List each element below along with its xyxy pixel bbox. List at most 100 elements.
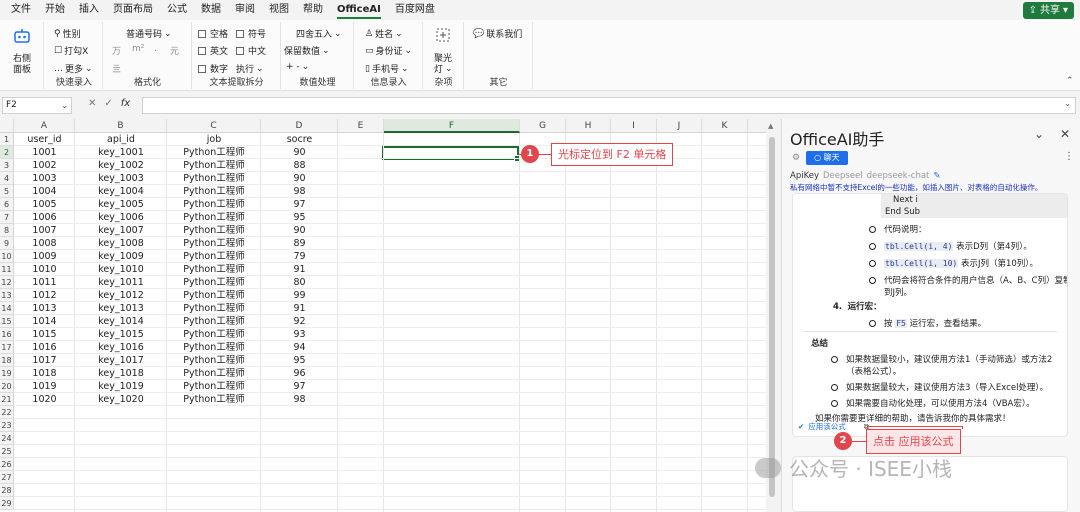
formula-input[interactable]: ⌄ xyxy=(142,97,1076,114)
table-cell[interactable]: Python工程师 xyxy=(167,146,261,159)
chinese-checkbox[interactable]: 中文 xyxy=(236,44,266,57)
table-cell[interactable]: Python工程师 xyxy=(167,354,261,367)
header-cell[interactable]: socre xyxy=(261,133,338,146)
table-cell[interactable]: key_1004 xyxy=(75,185,167,198)
table-cell[interactable]: key_1010 xyxy=(75,263,167,276)
table-cell[interactable]: 95 xyxy=(261,354,338,367)
table-cell[interactable]: 1009 xyxy=(14,250,75,263)
table-cell[interactable]: key_1006 xyxy=(75,211,167,224)
table-cell[interactable]: 1008 xyxy=(14,237,75,250)
column-header[interactable]: K xyxy=(702,119,748,133)
menu-item[interactable]: 开始 xyxy=(38,0,72,20)
deepseek-tab[interactable]: Deepseel xyxy=(823,171,863,181)
row-header[interactable]: 1 xyxy=(0,133,14,146)
more-button[interactable]: … 更多 ⌄ xyxy=(54,62,93,76)
row-header[interactable]: 24 xyxy=(0,432,14,445)
spotlight-icon[interactable] xyxy=(436,28,450,42)
name-button[interactable]: ♙ 姓名 ⌄ xyxy=(365,27,403,41)
row-header[interactable]: 22 xyxy=(0,406,14,419)
table-cell[interactable]: 1014 xyxy=(14,315,75,328)
table-cell[interactable]: 97 xyxy=(261,380,338,393)
menu-item[interactable]: 帮助 xyxy=(296,0,330,20)
digit-checkbox[interactable]: 数字 xyxy=(198,62,228,75)
row-header[interactable]: 21 xyxy=(0,393,14,406)
table-cell[interactable]: 1004 xyxy=(14,185,75,198)
table-cell[interactable]: key_1011 xyxy=(75,276,167,289)
table-cell[interactable]: key_1005 xyxy=(75,198,167,211)
row-header[interactable]: 23 xyxy=(0,419,14,432)
table-cell[interactable]: key_1013 xyxy=(75,302,167,315)
row-header[interactable]: 26 xyxy=(0,458,14,471)
row-header[interactable]: 14 xyxy=(0,302,14,315)
more-vertical-icon[interactable]: ⋮ xyxy=(1064,151,1074,162)
column-header[interactable]: D xyxy=(261,119,338,133)
lamp-button[interactable]: 亖 xyxy=(112,62,121,75)
header-cell[interactable]: user_id xyxy=(14,133,75,146)
table-cell[interactable]: 1002 xyxy=(14,159,75,172)
menu-item[interactable]: 文件 xyxy=(4,0,38,20)
table-cell[interactable]: 96 xyxy=(261,367,338,380)
table-cell[interactable]: Python工程师 xyxy=(167,393,261,406)
row-header[interactable]: 9 xyxy=(0,237,14,250)
row-header[interactable]: 4 xyxy=(0,172,14,185)
table-cell[interactable]: 1001 xyxy=(14,146,75,159)
scroll-up-icon[interactable]: ▲ xyxy=(768,122,773,130)
collapse-ribbon-icon[interactable]: ⌃ xyxy=(1066,76,1074,86)
table-cell[interactable]: 1012 xyxy=(14,289,75,302)
id-card-button[interactable]: ▭ 身份证 ⌄ xyxy=(365,44,412,58)
table-cell[interactable]: key_1009 xyxy=(75,250,167,263)
table-cell[interactable]: 1010 xyxy=(14,263,75,276)
table-cell[interactable]: Python工程师 xyxy=(167,250,261,263)
chevron-down-icon[interactable]: ⌄ xyxy=(1034,127,1044,141)
table-cell[interactable]: Python工程师 xyxy=(167,159,261,172)
table-cell[interactable]: 98 xyxy=(261,185,338,198)
row-header[interactable]: 2 xyxy=(0,146,14,159)
header-cell[interactable]: api_id xyxy=(75,133,167,146)
row-header[interactable]: 12 xyxy=(0,276,14,289)
table-cell[interactable]: key_1020 xyxy=(75,393,167,406)
column-header[interactable]: J xyxy=(657,119,702,133)
table-cell[interactable]: 1020 xyxy=(14,393,75,406)
row-header[interactable]: 5 xyxy=(0,185,14,198)
table-cell[interactable]: Python工程师 xyxy=(167,380,261,393)
table-cell[interactable]: 90 xyxy=(261,224,338,237)
menu-item[interactable]: OfficeAI xyxy=(330,0,388,20)
table-cell[interactable]: key_1002 xyxy=(75,159,167,172)
menu-item[interactable]: 页面布局 xyxy=(106,0,160,20)
row-header[interactable]: 13 xyxy=(0,289,14,302)
row-header[interactable]: 15 xyxy=(0,315,14,328)
m2-button[interactable]: m² xyxy=(132,44,144,54)
table-cell[interactable]: Python工程师 xyxy=(167,172,261,185)
function-icon[interactable]: fx xyxy=(121,98,130,109)
table-cell[interactable]: 99 xyxy=(261,289,338,302)
table-cell[interactable]: key_1012 xyxy=(75,289,167,302)
table-cell[interactable]: Python工程师 xyxy=(167,198,261,211)
chat-button[interactable]: ○ 聊天 xyxy=(806,151,848,165)
table-cell[interactable]: 1016 xyxy=(14,341,75,354)
table-cell[interactable]: 1017 xyxy=(14,354,75,367)
table-cell[interactable]: key_1018 xyxy=(75,367,167,380)
plusminus-button[interactable]: + - ⌄ xyxy=(286,62,309,72)
table-cell[interactable]: 1019 xyxy=(14,380,75,393)
menu-item[interactable]: 视图 xyxy=(262,0,296,20)
table-cell[interactable]: Python工程师 xyxy=(167,341,261,354)
column-header[interactable]: E xyxy=(338,119,384,133)
keep-decimal-button[interactable]: 保留数值 ⌄ xyxy=(284,44,330,58)
table-cell[interactable]: 79 xyxy=(261,250,338,263)
column-header[interactable]: F xyxy=(384,119,520,133)
row-header[interactable]: 29 xyxy=(0,497,14,510)
dot-button[interactable]: . xyxy=(154,44,157,54)
row-header[interactable]: 11 xyxy=(0,263,14,276)
table-cell[interactable]: 98 xyxy=(261,393,338,406)
menu-item[interactable]: 审阅 xyxy=(228,0,262,20)
edit-icon[interactable]: ✎ xyxy=(933,171,940,181)
menu-item[interactable]: 百度网盘 xyxy=(388,0,442,20)
checkx-button[interactable]: ☐ 打勾X xyxy=(54,44,88,58)
table-cell[interactable]: key_1019 xyxy=(75,380,167,393)
table-cell[interactable]: 90 xyxy=(261,146,338,159)
column-header[interactable]: A xyxy=(14,119,75,133)
row-header[interactable]: 27 xyxy=(0,471,14,484)
table-cell[interactable]: 1015 xyxy=(14,328,75,341)
table-cell[interactable]: key_1007 xyxy=(75,224,167,237)
apply-formula-button[interactable]: ✔ 应用该公式 ⧉ xyxy=(798,421,869,432)
